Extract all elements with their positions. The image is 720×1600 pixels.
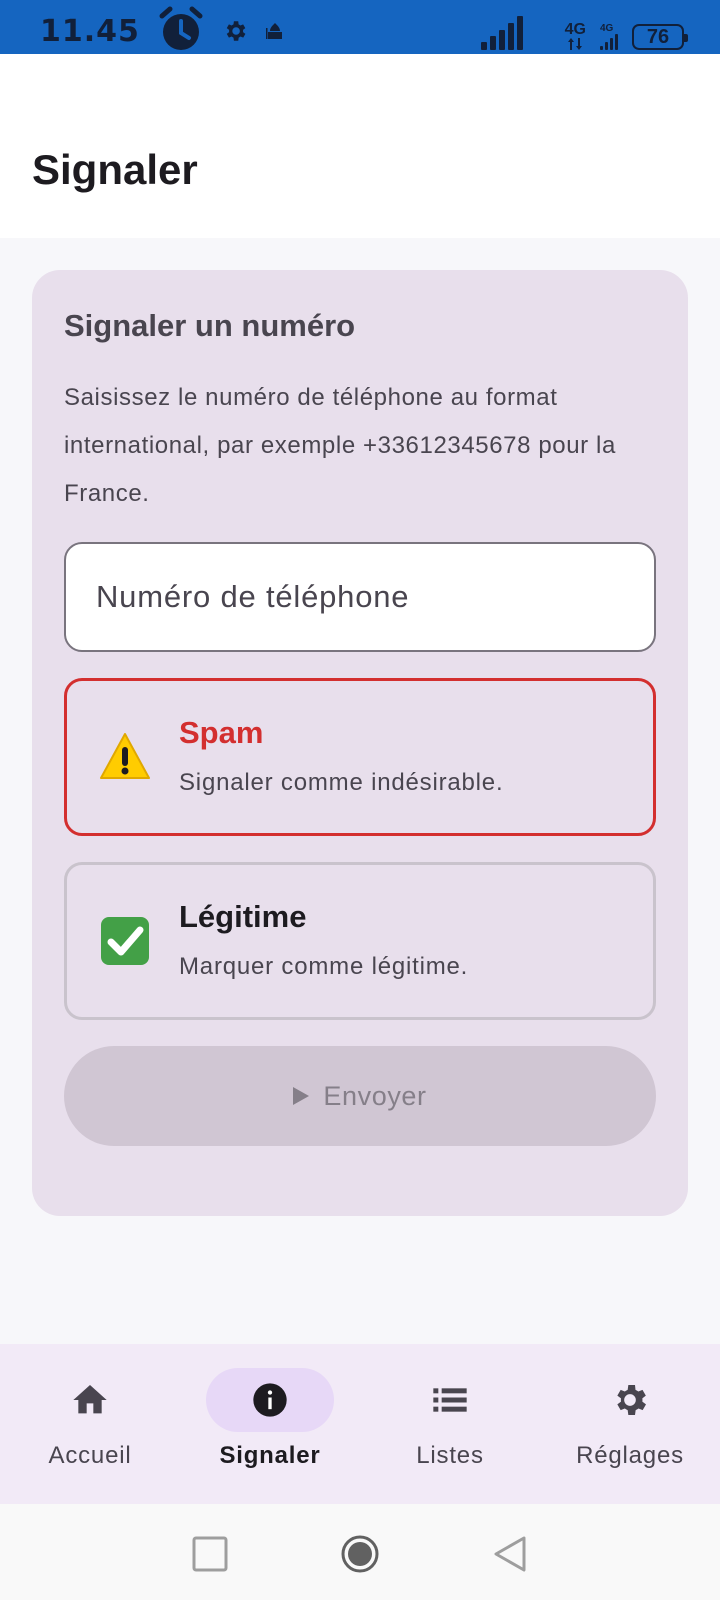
card-description: Saisissez le numéro de téléphone au form…	[64, 384, 616, 507]
mosque-icon	[265, 23, 282, 39]
spam-option-sublabel: Signaler comme indésirable.	[179, 769, 504, 796]
list-icon	[433, 1388, 467, 1412]
spam-option[interactable]: Spam Signaler comme indésirable.	[64, 678, 656, 836]
legit-option[interactable]: Légitime Marquer comme légitime.	[64, 862, 656, 1020]
check-mark-icon	[101, 917, 149, 965]
back-icon[interactable]	[490, 1534, 530, 1574]
system-navigation-bar	[0, 1504, 720, 1600]
home-icon	[73, 1385, 107, 1414]
app-bar: Signaler	[0, 54, 720, 238]
network-type-label-secondary: 4G	[600, 23, 614, 34]
recents-icon[interactable]	[190, 1534, 230, 1574]
nav-item-lists[interactable]: Listes	[360, 1344, 540, 1504]
phone-number-input[interactable]	[64, 542, 656, 652]
nav-label-lists: Listes	[416, 1442, 484, 1469]
nav-item-report[interactable]: Signaler	[180, 1344, 360, 1504]
send-button[interactable]: Envoyer	[64, 1046, 656, 1146]
status-left-icons	[156, 6, 286, 50]
data-arrows-icon	[568, 38, 583, 50]
gear-icon	[617, 1385, 646, 1415]
status-bar: 11.45 4G 4G 76	[0, 0, 720, 54]
status-time: 11.45	[40, 14, 140, 49]
nav-label-home: Accueil	[48, 1442, 132, 1469]
alarm-icon	[159, 6, 203, 50]
nav-item-settings[interactable]: Réglages	[540, 1344, 720, 1504]
info-icon	[253, 1383, 287, 1417]
card-title: Signaler un numéro	[64, 308, 356, 343]
status-right: 4G 4G 76	[480, 16, 688, 50]
nav-label-settings: Réglages	[576, 1442, 684, 1469]
warning-icon	[100, 733, 150, 779]
bottom-navigation: Accueil Signaler Listes Réglages	[0, 1344, 720, 1504]
page-title: Signaler	[32, 146, 198, 193]
signal-strength-secondary-icon	[600, 34, 618, 50]
send-button-label: Envoyer	[323, 1080, 427, 1111]
legit-option-sublabel: Marquer comme légitime.	[179, 953, 469, 980]
network-type-label: 4G	[564, 21, 586, 38]
legit-option-label: Légitime	[179, 899, 307, 934]
gear-icon	[226, 21, 246, 41]
report-card: Signaler un numéro Saisissez le numéro d…	[32, 270, 688, 1216]
battery-level: 76	[646, 25, 670, 48]
nav-item-home[interactable]: Accueil	[0, 1344, 180, 1504]
signal-strength-icon	[480, 16, 523, 50]
spam-option-label: Spam	[179, 715, 264, 750]
battery-icon: 76	[632, 24, 688, 50]
play-icon	[293, 1087, 310, 1105]
home-circle-icon[interactable]	[340, 1534, 380, 1574]
nav-label-report: Signaler	[219, 1442, 321, 1469]
